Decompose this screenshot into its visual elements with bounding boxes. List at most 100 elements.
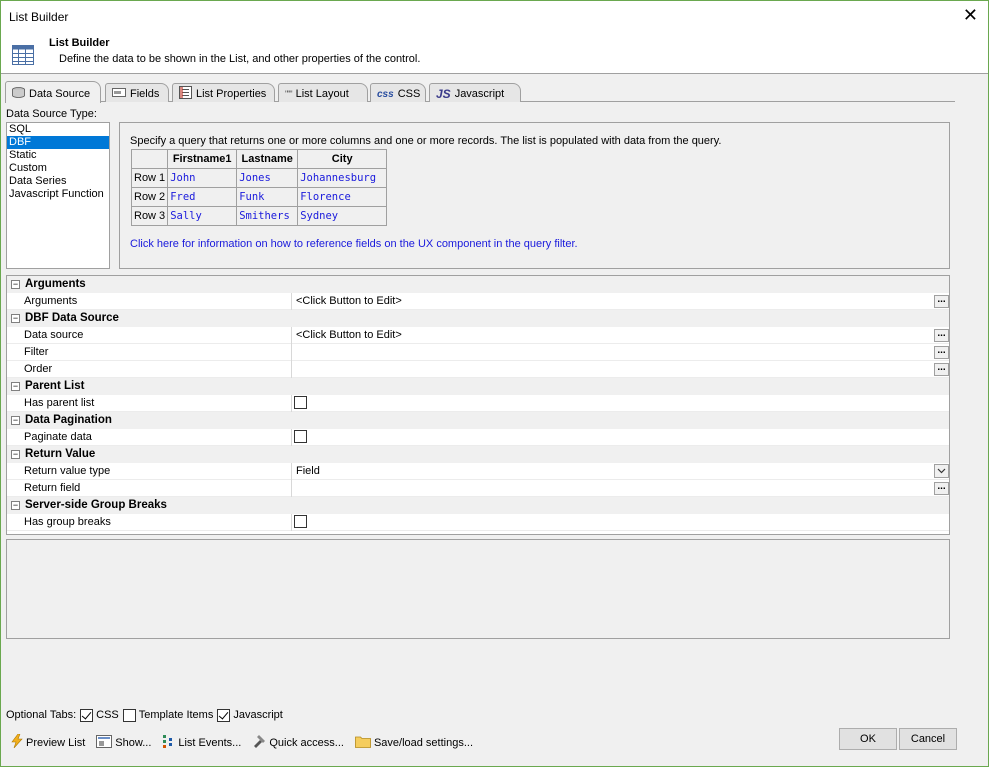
events-icon	[162, 734, 175, 751]
has-parent-list-checkbox[interactable]	[294, 396, 307, 409]
collapse-icon[interactable]: −	[11, 416, 20, 425]
show-icon	[96, 734, 113, 751]
template-items-checkbox[interactable]	[122, 708, 136, 722]
group-arguments[interactable]: − Arguments	[7, 276, 949, 293]
ellipsis-button[interactable]: ...	[934, 346, 949, 359]
table-row: Row 3 Sally Smithers Sydney	[130, 206, 388, 226]
save-load-settings-button[interactable]: Save/load settings...	[355, 735, 473, 751]
property-name: Return field	[24, 482, 81, 494]
properties-icon	[179, 86, 192, 102]
tab-label: Data Source	[29, 87, 91, 100]
show-button[interactable]: Show...	[96, 734, 151, 751]
list-item[interactable]: Data Series	[7, 175, 109, 188]
tab-list-properties[interactable]: List Properties	[172, 83, 275, 102]
property-value-text: Field	[296, 465, 320, 477]
property-row[interactable]: Has parent list	[7, 395, 949, 412]
property-name: Data source	[24, 329, 84, 341]
preview-list-button[interactable]: Preview List	[11, 733, 86, 751]
property-grid: − Arguments Arguments <Click Button to E…	[6, 275, 950, 535]
chevron-down-icon[interactable]	[934, 464, 949, 478]
table-cell: Row 3	[130, 206, 169, 226]
list-item[interactable]: Custom	[7, 162, 109, 175]
list-builder-icon	[12, 45, 34, 68]
property-value[interactable]: <Click Button to Edit> ...	[291, 293, 949, 310]
property-value[interactable]	[291, 395, 949, 412]
property-row[interactable]: Paginate data	[7, 429, 949, 446]
optional-tabs: Optional Tabs: CSS Template Items Javasc…	[6, 707, 283, 723]
has-group-breaks-checkbox[interactable]	[294, 515, 307, 528]
property-value-text: <Click Button to Edit>	[296, 329, 402, 341]
button-label: Save/load settings...	[373, 736, 473, 749]
group-name: Return Value	[25, 448, 96, 460]
table-cell: Johannesburg	[297, 168, 388, 188]
ellipsis-button[interactable]: ...	[934, 363, 949, 376]
group-data-pagination[interactable]: − Data Pagination	[7, 412, 949, 429]
table-header: Lastname	[236, 149, 299, 169]
folder-icon	[355, 735, 371, 751]
tab-label: List Properties	[196, 88, 267, 100]
css-icon: css	[377, 88, 394, 100]
property-value[interactable]: <Click Button to Edit> ...	[291, 327, 949, 344]
list-item[interactable]: DBF	[7, 136, 109, 149]
table-cell: Fred	[167, 187, 238, 207]
ellipsis-button[interactable]: ...	[934, 482, 949, 495]
property-row[interactable]: Data source <Click Button to Edit> ...	[7, 327, 949, 344]
data-source-type-label: Data Source Type:	[6, 108, 97, 120]
property-row[interactable]: Order ...	[7, 361, 949, 378]
group-name: Arguments	[25, 278, 86, 290]
property-value[interactable]	[291, 429, 949, 446]
group-dbf-data-source[interactable]: − DBF Data Source	[7, 310, 949, 327]
tab-label: Javascript	[454, 88, 505, 100]
property-row[interactable]: Return value type Field	[7, 463, 949, 480]
javascript-tab-checkbox[interactable]	[217, 708, 231, 722]
query-filter-help-link[interactable]: Click here for information on how to ref…	[130, 238, 578, 250]
property-value[interactable]: ...	[291, 480, 949, 497]
collapse-icon[interactable]: −	[11, 314, 20, 323]
tab-data-source[interactable]: Data Source	[5, 81, 101, 103]
ellipsis-button[interactable]: ...	[934, 329, 949, 342]
collapse-icon[interactable]: −	[11, 501, 20, 510]
data-source-type-list[interactable]: SQL DBF Static Custom Data Series Javasc…	[6, 122, 110, 269]
css-tab-checkbox[interactable]	[80, 708, 94, 722]
property-row[interactable]: Has group breaks	[7, 514, 949, 531]
quick-access-button[interactable]: Quick access...	[252, 734, 344, 751]
list-builder-window: List Builder ✕ List Builder Define the d…	[0, 0, 989, 767]
group-return-value[interactable]: − Return Value	[7, 446, 949, 463]
property-row[interactable]: Filter ...	[7, 344, 949, 361]
collapse-icon[interactable]: −	[11, 450, 20, 459]
collapse-icon[interactable]: −	[11, 382, 20, 391]
list-item[interactable]: Static	[7, 149, 109, 162]
list-item[interactable]: SQL	[7, 123, 109, 136]
property-row[interactable]: Arguments <Click Button to Edit> ...	[7, 293, 949, 310]
property-value[interactable]	[291, 514, 949, 531]
paginate-data-checkbox[interactable]	[294, 430, 307, 443]
lightning-icon	[11, 733, 23, 751]
ok-button[interactable]: OK	[839, 728, 897, 750]
tab-fields[interactable]: Fields	[105, 83, 169, 102]
property-row[interactable]: Return field ...	[7, 480, 949, 497]
tab-label: CSS	[397, 88, 421, 100]
cancel-button[interactable]: Cancel	[899, 728, 957, 750]
property-value[interactable]: ...	[291, 344, 949, 361]
list-events-button[interactable]: List Events...	[162, 734, 241, 751]
table-row: Row 2 Fred Funk Florence	[130, 187, 388, 207]
property-value-text: <Click Button to Edit>	[296, 295, 402, 307]
close-icon[interactable]: ✕	[963, 6, 978, 24]
table-cell: Row 2	[130, 187, 169, 207]
optional-tabs-label: Optional Tabs:	[6, 709, 77, 721]
layout-icon: """	[285, 89, 293, 99]
property-name: Has parent list	[24, 397, 95, 409]
group-parent-list[interactable]: − Parent List	[7, 378, 949, 395]
ellipsis-button[interactable]: ...	[934, 295, 949, 308]
tab-list-layout[interactable]: """ List Layout	[278, 83, 368, 102]
tab-javascript[interactable]: JS Javascript	[429, 83, 521, 102]
property-value[interactable]: ...	[291, 361, 949, 378]
button-label: Preview List	[26, 736, 86, 749]
tab-css[interactable]: css CSS	[370, 83, 426, 102]
table-cell: Row 1	[130, 168, 169, 188]
return-value-type-select[interactable]: Field	[291, 463, 949, 480]
list-item[interactable]: Javascript Function	[7, 188, 109, 201]
collapse-icon[interactable]: −	[11, 280, 20, 289]
group-server-side-group-breaks[interactable]: − Server-side Group Breaks	[7, 497, 949, 514]
sample-table: Firstname1 Lastname City Row 1 John Jone…	[130, 149, 388, 226]
